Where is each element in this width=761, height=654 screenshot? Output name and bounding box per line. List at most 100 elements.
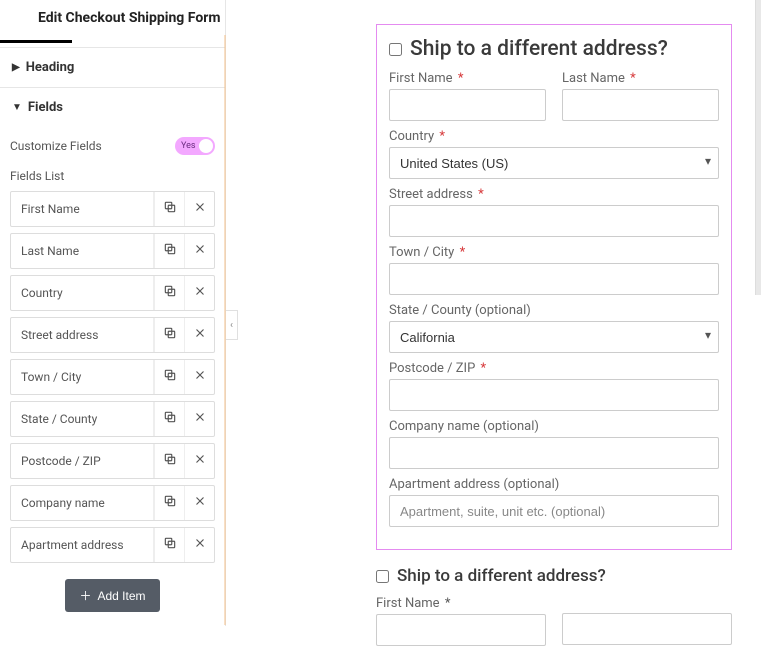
close-icon [193, 200, 207, 218]
remove-button[interactable] [184, 276, 214, 310]
remove-button[interactable] [184, 234, 214, 268]
close-icon [193, 410, 207, 428]
country-label: Country * [389, 129, 719, 144]
remove-button[interactable] [184, 444, 214, 478]
field-item-label: Country [11, 276, 154, 310]
duplicate-button[interactable] [154, 402, 184, 436]
fields-panel: Customize Fields Yes Fields List First N… [0, 127, 225, 626]
close-icon [193, 494, 207, 512]
last-name-input-2[interactable] [562, 613, 732, 645]
duplicate-button[interactable] [154, 486, 184, 520]
customize-fields-row: Customize Fields Yes [10, 127, 215, 165]
duplicate-button[interactable] [154, 276, 184, 310]
remove-button[interactable] [184, 486, 214, 520]
first-name-input[interactable] [389, 89, 546, 121]
plus-icon: ＋ [79, 587, 91, 604]
copy-icon [163, 200, 177, 218]
customize-fields-toggle[interactable]: Yes [175, 137, 215, 155]
town-input[interactable] [389, 263, 719, 295]
postcode-input[interactable] [389, 379, 719, 411]
field-item-label: Apartment address [11, 528, 154, 562]
field-item[interactable]: Postcode / ZIP [10, 443, 215, 479]
copy-icon [163, 326, 177, 344]
town-label: Town / City * [389, 245, 719, 260]
copy-icon [163, 536, 177, 554]
field-item[interactable]: Apartment address [10, 527, 215, 563]
active-tab-indicator [0, 40, 72, 43]
ship-different-checkbox[interactable] [389, 43, 402, 56]
street-input[interactable] [389, 205, 719, 237]
caret-right-icon: ▶ [12, 62, 20, 73]
last-name-label: Last Name * [562, 71, 719, 86]
field-item[interactable]: Street address [10, 317, 215, 353]
duplicate-button[interactable] [154, 234, 184, 268]
add-item-row: ＋ Add Item [10, 569, 215, 626]
close-icon [193, 242, 207, 260]
caret-down-icon: ▼ [12, 102, 22, 113]
field-item-label: Town / City [11, 360, 154, 394]
remove-button[interactable] [184, 192, 214, 226]
close-icon [193, 368, 207, 386]
postcode-label: Postcode / ZIP * [389, 361, 719, 376]
sidebar-title: Edit Checkout Shipping Form [0, 0, 225, 40]
field-item-label: First Name [11, 192, 154, 226]
field-item[interactable]: Last Name [10, 233, 215, 269]
section-heading[interactable]: ▶ Heading [0, 48, 225, 87]
form-preview: Ship to a different address? First Name … [376, 24, 732, 654]
company-input[interactable] [389, 437, 719, 469]
ship-heading-row-2: Ship to a different address? [376, 566, 732, 586]
field-item[interactable]: Town / City [10, 359, 215, 395]
fields-list: First Name Last Name Country Street address… [10, 191, 215, 563]
shipping-form-below: Ship to a different address? First Name … [376, 566, 732, 654]
ship-different-checkbox-2[interactable] [376, 570, 389, 583]
remove-button[interactable] [184, 528, 214, 562]
field-item[interactable]: State / County [10, 401, 215, 437]
field-item[interactable]: Country [10, 275, 215, 311]
copy-icon [163, 284, 177, 302]
copy-icon [163, 494, 177, 512]
remove-button[interactable] [184, 318, 214, 352]
section-fields-label: Fields [28, 100, 63, 115]
field-item-label: Last Name [11, 234, 154, 268]
duplicate-button[interactable] [154, 528, 184, 562]
duplicate-button[interactable] [154, 318, 184, 352]
company-label: Company name (optional) [389, 419, 719, 434]
fields-list-label: Fields List [10, 165, 215, 191]
add-item-button[interactable]: ＋ Add Item [65, 579, 159, 612]
copy-icon [163, 242, 177, 260]
state-select[interactable]: California [389, 321, 719, 353]
section-fields[interactable]: ▼ Fields [0, 88, 225, 127]
country-select[interactable]: United States (US) [389, 147, 719, 179]
first-name-label: First Name * [389, 71, 546, 86]
copy-icon [163, 410, 177, 428]
section-heading-label: Heading [26, 60, 75, 75]
ship-heading-2: Ship to a different address? [397, 566, 606, 586]
customize-fields-label: Customize Fields [10, 139, 102, 153]
ship-heading-row: Ship to a different address? [389, 37, 719, 61]
copy-icon [163, 452, 177, 470]
close-icon [193, 452, 207, 470]
field-item[interactable]: First Name [10, 191, 215, 227]
apartment-label: Apartment address (optional) [389, 477, 719, 492]
duplicate-button[interactable] [154, 444, 184, 478]
ship-heading: Ship to a different address? [410, 37, 668, 61]
first-name-input-2[interactable] [376, 614, 546, 646]
close-icon [193, 536, 207, 554]
remove-button[interactable] [184, 360, 214, 394]
field-item-label: Company name [11, 486, 154, 520]
last-name-input[interactable] [562, 89, 719, 121]
apartment-input[interactable] [389, 495, 719, 527]
close-icon [193, 326, 207, 344]
collapse-sidebar-handle[interactable]: ‹ [226, 310, 238, 340]
field-item-label: Street address [11, 318, 154, 352]
close-icon [193, 284, 207, 302]
field-item-label: State / County [11, 402, 154, 436]
right-rail [755, 0, 761, 295]
field-item-label: Postcode / ZIP [11, 444, 154, 478]
duplicate-button[interactable] [154, 192, 184, 226]
remove-button[interactable] [184, 402, 214, 436]
state-label: State / County (optional) [389, 303, 719, 318]
field-item[interactable]: Company name [10, 485, 215, 521]
chevron-left-icon: ‹ [230, 320, 233, 331]
duplicate-button[interactable] [154, 360, 184, 394]
